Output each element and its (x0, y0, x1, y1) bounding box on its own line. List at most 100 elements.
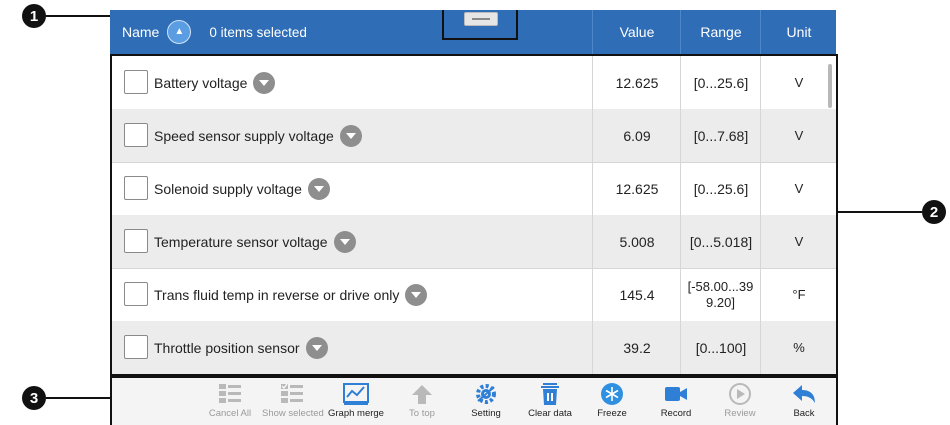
callout-1: 1 (22, 4, 46, 28)
parameter-list[interactable]: Battery voltage 12.625 [0...25.6] V Spee… (110, 54, 838, 376)
parameter-name: Throttle position sensor (154, 337, 328, 359)
unit-column-header: Unit (760, 10, 837, 54)
parameter-name: Temperature sensor voltage (154, 231, 356, 253)
row-checkbox[interactable] (124, 229, 148, 253)
callout-2-text: 2 (929, 203, 939, 221)
parameter-range: [0...7.68] (680, 109, 761, 162)
parameter-range: [0...5.018] (680, 215, 761, 268)
callout-3-line (46, 397, 112, 399)
selected-count: 0 items selected (209, 24, 307, 40)
clear-data-icon (536, 382, 564, 406)
to-top-label: To top (409, 408, 435, 419)
freeze-icon (598, 382, 626, 406)
parameter-name-text: Trans fluid temp in reverse or drive onl… (154, 287, 400, 303)
show-selected-icon (278, 382, 306, 406)
parameter-value: 6.09 (592, 109, 681, 162)
parameter-range: [0...25.6] (680, 56, 761, 109)
graph-merge-icon (342, 382, 370, 406)
parameter-unit: V (760, 162, 836, 215)
parameter-value: 12.625 (592, 56, 681, 109)
table-row: Temperature sensor voltage 5.008 [0...5.… (112, 215, 836, 269)
to-top-button[interactable]: To top (392, 380, 452, 424)
row-checkbox[interactable] (124, 335, 148, 359)
callout-3: 3 (22, 386, 46, 410)
row-checkbox[interactable] (124, 282, 148, 306)
freeze-label: Freeze (597, 408, 627, 419)
record-label: Record (660, 408, 692, 419)
parameter-range: [0...100] (680, 321, 761, 374)
setting-label: Setting (471, 408, 501, 419)
cancel-all-label: Cancel All (208, 408, 252, 419)
sort-toggle-icon[interactable]: ▲ (167, 20, 192, 44)
row-checkbox[interactable] (124, 123, 148, 147)
parameter-name: Solenoid supply voltage (154, 178, 330, 200)
callout-1-text: 1 (29, 7, 39, 25)
parameter-range: [-58.00...399.20] (680, 268, 760, 321)
parameter-value: 39.2 (592, 321, 681, 374)
parameter-name-text: Speed sensor supply voltage (154, 128, 334, 144)
show-selected-button[interactable]: Show selected (262, 380, 324, 424)
back-label: Back (793, 408, 815, 419)
table-row: Trans fluid temp in reverse or drive onl… (112, 268, 836, 322)
record-icon (662, 382, 690, 406)
parameter-value: 145.4 (592, 268, 681, 321)
row-checkbox[interactable] (124, 70, 148, 94)
cancel-all-icon (216, 382, 244, 406)
clear-data-label: Clear data (528, 408, 572, 419)
show-selected-label: Show selected (262, 408, 324, 419)
parameter-name-text: Battery voltage (154, 75, 248, 91)
dropdown-icon[interactable] (405, 284, 428, 306)
to-top-icon (408, 382, 436, 406)
clear-data-button[interactable]: Clear data (520, 380, 580, 424)
pull-handle-highlight (442, 10, 518, 40)
parameter-unit: V (760, 56, 836, 109)
parameter-unit: V (760, 215, 836, 268)
parameter-value: 12.625 (592, 162, 681, 215)
record-button[interactable]: Record (646, 380, 706, 424)
parameter-name: Trans fluid temp in reverse or drive onl… (154, 284, 428, 306)
row-checkbox[interactable] (124, 176, 148, 200)
table-row: Speed sensor supply voltage 6.09 [0...7.… (112, 109, 836, 163)
setting-button[interactable]: Setting (456, 380, 516, 424)
name-column-header: Name ▲ 0 items selected (110, 10, 590, 54)
parameter-range: [0...25.6] (680, 162, 761, 215)
parameter-unit: % (760, 321, 836, 374)
callout-2-line (836, 211, 922, 213)
dropdown-icon[interactable] (305, 337, 328, 359)
table-row: Battery voltage 12.625 [0...25.6] V (112, 56, 836, 110)
graph-merge-button[interactable]: Graph merge (326, 380, 386, 424)
callout-2: 2 (922, 200, 946, 224)
cancel-all-button[interactable]: Cancel All (200, 380, 260, 424)
back-icon (790, 382, 818, 406)
parameter-unit: V (760, 109, 836, 162)
review-button[interactable]: Review (710, 380, 770, 424)
value-column-header: Value (592, 10, 681, 54)
freeze-button[interactable]: Freeze (582, 380, 642, 424)
dropdown-icon[interactable] (339, 125, 362, 147)
dropdown-icon[interactable] (333, 231, 356, 253)
data-stream-panel: Name ▲ 0 items selected Value Range Unit… (110, 10, 838, 425)
pull-handle-icon[interactable] (464, 12, 498, 26)
parameter-unit: °F (760, 268, 836, 321)
setting-icon (472, 382, 500, 406)
bottom-toolbar: Cancel All Show selected Graph merge To … (110, 376, 838, 425)
parameter-name-text: Solenoid supply voltage (154, 181, 302, 197)
callout-3-text: 3 (29, 389, 39, 407)
scrollbar[interactable] (828, 64, 832, 108)
review-label: Review (724, 408, 756, 419)
range-column-header: Range (680, 10, 761, 54)
review-icon (726, 382, 754, 406)
dropdown-icon[interactable] (253, 72, 276, 94)
parameter-value: 5.008 (592, 215, 681, 268)
parameter-name-text: Temperature sensor voltage (154, 234, 328, 250)
table-row: Solenoid supply voltage 12.625 [0...25.6… (112, 162, 836, 216)
dropdown-icon[interactable] (307, 178, 330, 200)
name-label: Name (122, 24, 160, 40)
parameter-name: Battery voltage (154, 72, 276, 94)
parameter-name: Speed sensor supply voltage (154, 125, 362, 147)
graph-merge-label: Graph merge (328, 408, 384, 419)
parameter-name-text: Throttle position sensor (154, 340, 300, 356)
table-header: Name ▲ 0 items selected Value Range Unit (110, 10, 836, 54)
table-row: Throttle position sensor 39.2 [0...100] … (112, 321, 836, 374)
back-button[interactable]: Back (774, 380, 834, 424)
